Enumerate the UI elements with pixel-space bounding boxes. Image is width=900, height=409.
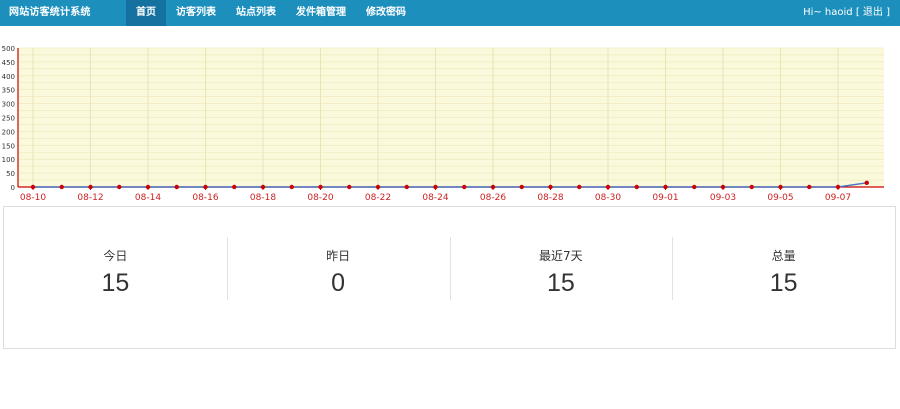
chart-y-tick-label: 250 <box>2 115 15 123</box>
stat-label: 今日 <box>103 249 128 263</box>
chart-x-tick-label: 08-18 <box>250 193 276 203</box>
chart-data-point <box>778 184 783 190</box>
stat-yesterday: 昨日 0 <box>226 207 450 348</box>
nav-item-site-list[interactable]: 站点列表 <box>226 0 286 26</box>
chart-y-tick-label: 450 <box>2 59 15 67</box>
chart-x-tick-label: 08-22 <box>365 193 391 203</box>
visits-chart: 0 50 100 150 200 250 300 350 400 450 500 08-10 08-12… <box>0 44 900 204</box>
user-greeting: Hi~ haoid <box>803 7 853 18</box>
chart-data-point <box>835 184 841 190</box>
chart-data-point <box>59 184 64 190</box>
chart-data-point <box>577 184 582 190</box>
app-title: 网站访客统计系统 <box>9 7 91 18</box>
chart-y-tick-label: 400 <box>2 73 15 81</box>
chart-y-tick-label: 150 <box>2 142 15 150</box>
nav-item-outbox-management[interactable]: 发件箱管理 <box>286 0 356 26</box>
chart-x-tick-label: 08-12 <box>77 193 103 203</box>
chart-x-tick-label: 09-03 <box>710 193 736 203</box>
nav-item-change-password[interactable]: 修改密码 <box>356 0 416 26</box>
chart-data-point <box>692 184 697 190</box>
chart-data-point <box>634 184 639 190</box>
stats-panel: 今日 15 昨日 0 最近7天 15 总量 15 <box>3 206 896 349</box>
chart-data-point <box>88 184 93 190</box>
chart-x-tick-label: 08-16 <box>192 193 218 203</box>
stat-label: 昨日 <box>326 249 351 263</box>
chart-data-point <box>462 184 467 190</box>
chart-x-tick-label: 08-28 <box>537 193 563 203</box>
top-navbar: 网站访客统计系统 首页 访客列表 站点列表 发件箱管理 修改密码 Hi~ hao… <box>0 0 900 26</box>
visits-chart-svg: 0 50 100 150 200 250 300 350 400 450 500 08-10 08-12… <box>2 45 884 203</box>
chart-x-tick-label: 08-20 <box>307 193 333 203</box>
chart-y-tick-label: 350 <box>2 87 15 95</box>
nav-item-visitor-list[interactable]: 访客列表 <box>166 0 226 26</box>
logout-link[interactable]: [ 退出 ] <box>856 7 890 18</box>
chart-y-tick-label: 50 <box>6 170 15 178</box>
chart-y-tick-label: 200 <box>2 128 15 136</box>
stat-value: 15 <box>546 269 575 297</box>
stat-label: 最近7天 <box>539 249 583 263</box>
chart-data-point <box>433 184 438 190</box>
stat-value: 15 <box>769 269 798 297</box>
chart-data-point <box>232 184 237 190</box>
chart-data-point <box>318 184 323 190</box>
chart-data-point <box>404 184 409 190</box>
chart-y-tick-label: 300 <box>2 101 15 109</box>
chart-y-tick-label: 500 <box>2 45 15 53</box>
stat-value: 15 <box>101 269 130 297</box>
chart-x-tick-label: 08-14 <box>135 193 161 203</box>
stat-total: 总量 15 <box>672 207 895 348</box>
user-area: Hi~ haoid [ 退出 ] <box>803 0 890 26</box>
chart-data-point <box>347 184 352 190</box>
main-nav: 首页 访客列表 站点列表 发件箱管理 修改密码 <box>126 0 416 26</box>
chart-data-point <box>174 184 179 190</box>
chart-data-point <box>519 184 524 190</box>
chart-x-tick-label: 08-30 <box>595 193 621 203</box>
chart-data-point <box>117 184 122 190</box>
chart-x-tick-label: 08-10 <box>20 193 46 203</box>
chart-x-tick-label: 08-26 <box>480 193 506 203</box>
chart-data-point <box>749 184 754 190</box>
nav-item-home[interactable]: 首页 <box>126 0 166 26</box>
chart-data-point <box>289 184 294 190</box>
chart-data-point <box>605 184 611 190</box>
chart-data-point <box>720 184 726 190</box>
chart-data-point <box>260 184 266 190</box>
chart-y-tick-label: 0 <box>11 184 15 192</box>
stat-value: 0 <box>331 269 346 297</box>
chart-data-point <box>807 184 812 190</box>
chart-data-point <box>864 180 869 186</box>
chart-data-point <box>490 184 496 190</box>
chart-data-point <box>203 184 208 190</box>
chart-x-tick-label: 08-24 <box>422 193 448 203</box>
chart-data-point <box>375 184 381 190</box>
chart-y-tick-label: 100 <box>2 156 15 164</box>
chart-data-point <box>145 184 151 190</box>
stat-last-7-days: 最近7天 15 <box>449 207 673 348</box>
chart-data-point <box>30 184 36 190</box>
stat-label: 总量 <box>771 249 796 263</box>
stat-today: 今日 15 <box>4 207 227 348</box>
chart-data-point <box>663 184 668 190</box>
chart-data-point <box>548 184 553 190</box>
chart-x-tick-label: 09-01 <box>652 193 678 203</box>
chart-x-tick-label: 09-07 <box>825 193 851 203</box>
chart-x-tick-label: 09-05 <box>767 193 793 203</box>
